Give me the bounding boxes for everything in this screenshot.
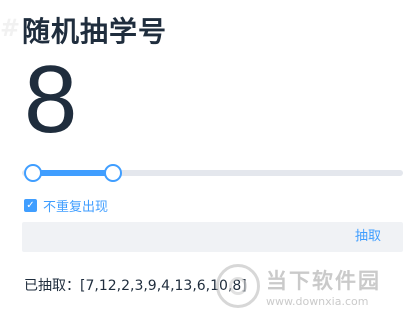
page-title: 随机抽学号 [22, 15, 168, 48]
range-slider[interactable] [22, 162, 403, 184]
action-bar: 抽取 [22, 222, 403, 252]
no-repeat-label: 不重复出现 [43, 200, 109, 215]
watermark-logo-icon [216, 264, 260, 308]
slider-selected-range [33, 170, 114, 176]
check-icon[interactable]: ✓ [24, 199, 37, 212]
slider-handle-max[interactable] [104, 164, 123, 182]
hash-mark: # [0, 14, 21, 42]
no-repeat-option[interactable]: ✓ 不重复出现 [24, 196, 108, 215]
watermark-url: www.downxia.com [266, 294, 369, 308]
slider-handle-min[interactable] [24, 164, 43, 182]
drawn-results: 已抽取：[7,12,2,3,9,4,13,6,10,8] [24, 278, 247, 294]
watermark-name: 当下软件园 [266, 268, 381, 293]
drawn-number: 8 [24, 46, 78, 153]
watermark: 当下软件园 www.downxia.com [216, 264, 381, 308]
draw-button[interactable]: 抽取 [355, 222, 381, 252]
